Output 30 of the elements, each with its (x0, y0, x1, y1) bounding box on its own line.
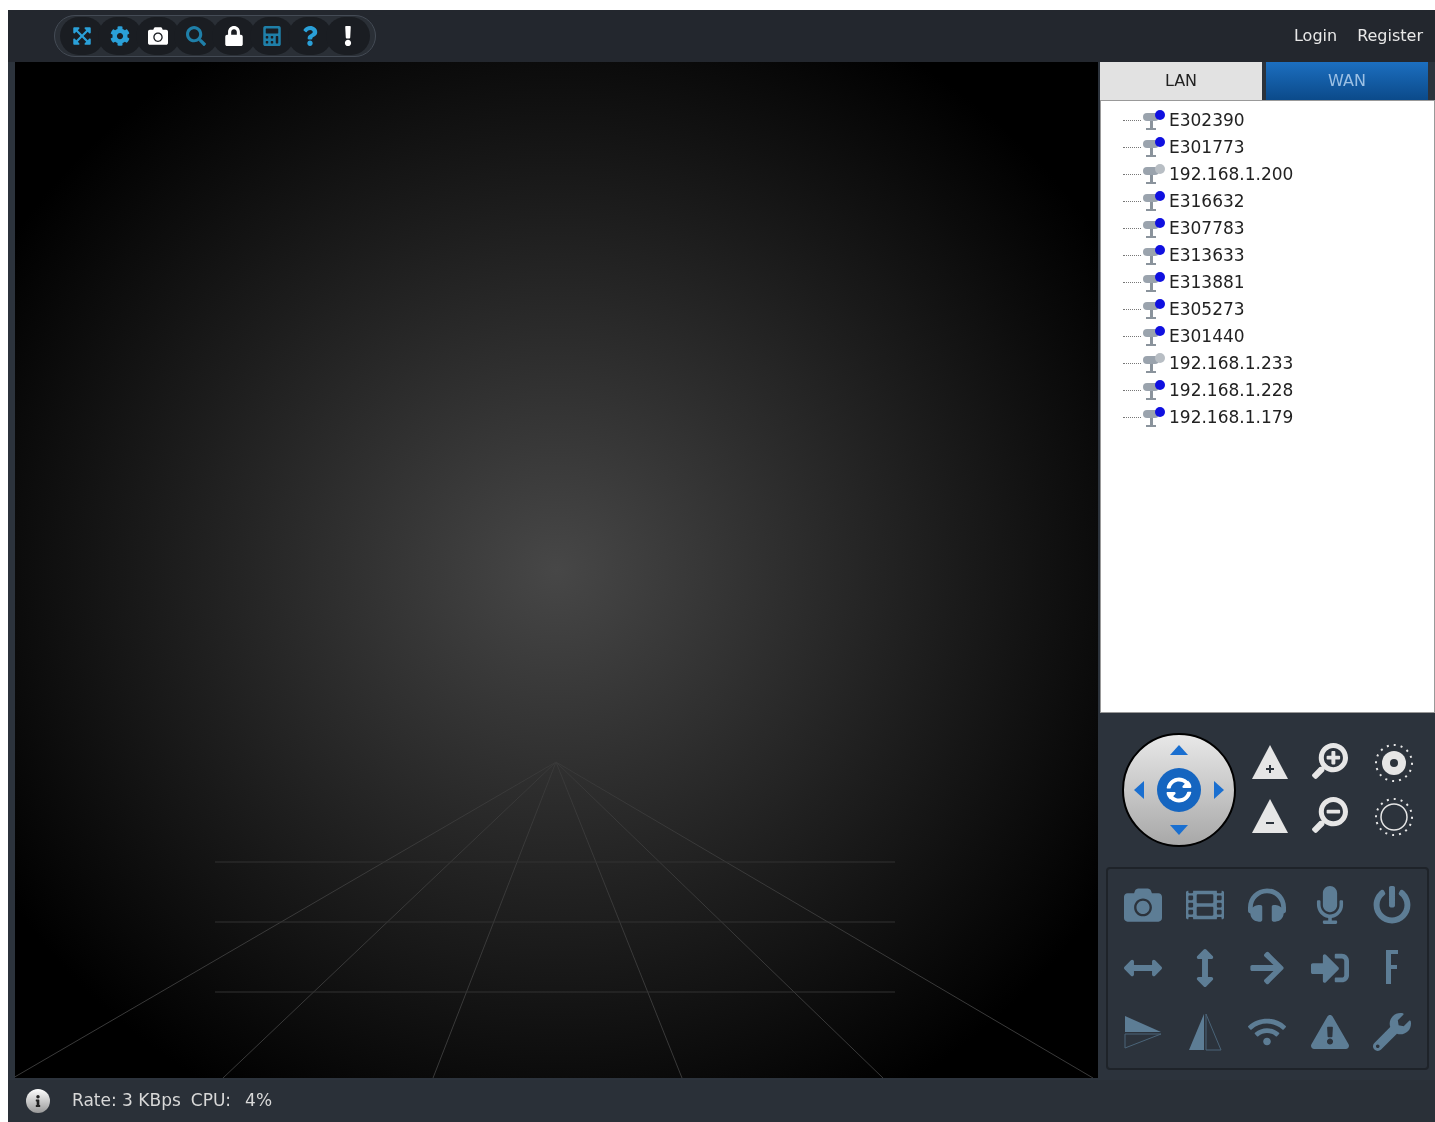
header-link[interactable]: Register (1357, 24, 1423, 48)
exclamation-icon[interactable] (326, 17, 370, 55)
zoom-in-icon[interactable] (1312, 743, 1348, 779)
tab[interactable]: WAN (1266, 62, 1428, 100)
header-link[interactable]: Login (1293, 24, 1338, 48)
device-name[interactable]: E313881 (1169, 269, 1245, 296)
device-name[interactable]: E302390 (1169, 107, 1245, 134)
refresh-icon[interactable] (1157, 768, 1201, 812)
device-name[interactable]: 192.168.1.233 (1169, 350, 1294, 377)
device-name[interactable]: E301440 (1169, 323, 1245, 350)
tab[interactable]: LAN (1100, 62, 1262, 100)
device-name[interactable]: E316632 (1169, 188, 1245, 215)
iris-close-icon[interactable] (1374, 797, 1414, 837)
device-name[interactable]: 192.168.1.179 (1169, 404, 1294, 431)
info-icon[interactable] (26, 1089, 50, 1113)
device-name[interactable]: 192.168.1.200 (1169, 161, 1294, 188)
rate-text: Rate: 3 KBps (72, 1089, 181, 1113)
focus-minus-icon[interactable] (1250, 797, 1290, 835)
device-name[interactable]: E305273 (1169, 296, 1245, 323)
iris-open-icon[interactable] (1374, 743, 1414, 783)
flip-vertical-icon[interactable] (1187, 1012, 1224, 1053)
device-name[interactable]: E307783 (1169, 215, 1245, 242)
device-name[interactable]: 192.168.1.228 (1169, 377, 1294, 404)
cpu-value: 4% (245, 1089, 273, 1113)
flip-horizontal-icon[interactable] (1123, 1014, 1164, 1051)
cpu-label: CPU: (190, 1089, 232, 1113)
focus-plus-icon[interactable] (1250, 743, 1290, 781)
device-name[interactable]: E313633 (1169, 242, 1245, 269)
device-name[interactable]: E301773 (1169, 134, 1245, 161)
zoom-out-icon[interactable] (1312, 797, 1348, 833)
